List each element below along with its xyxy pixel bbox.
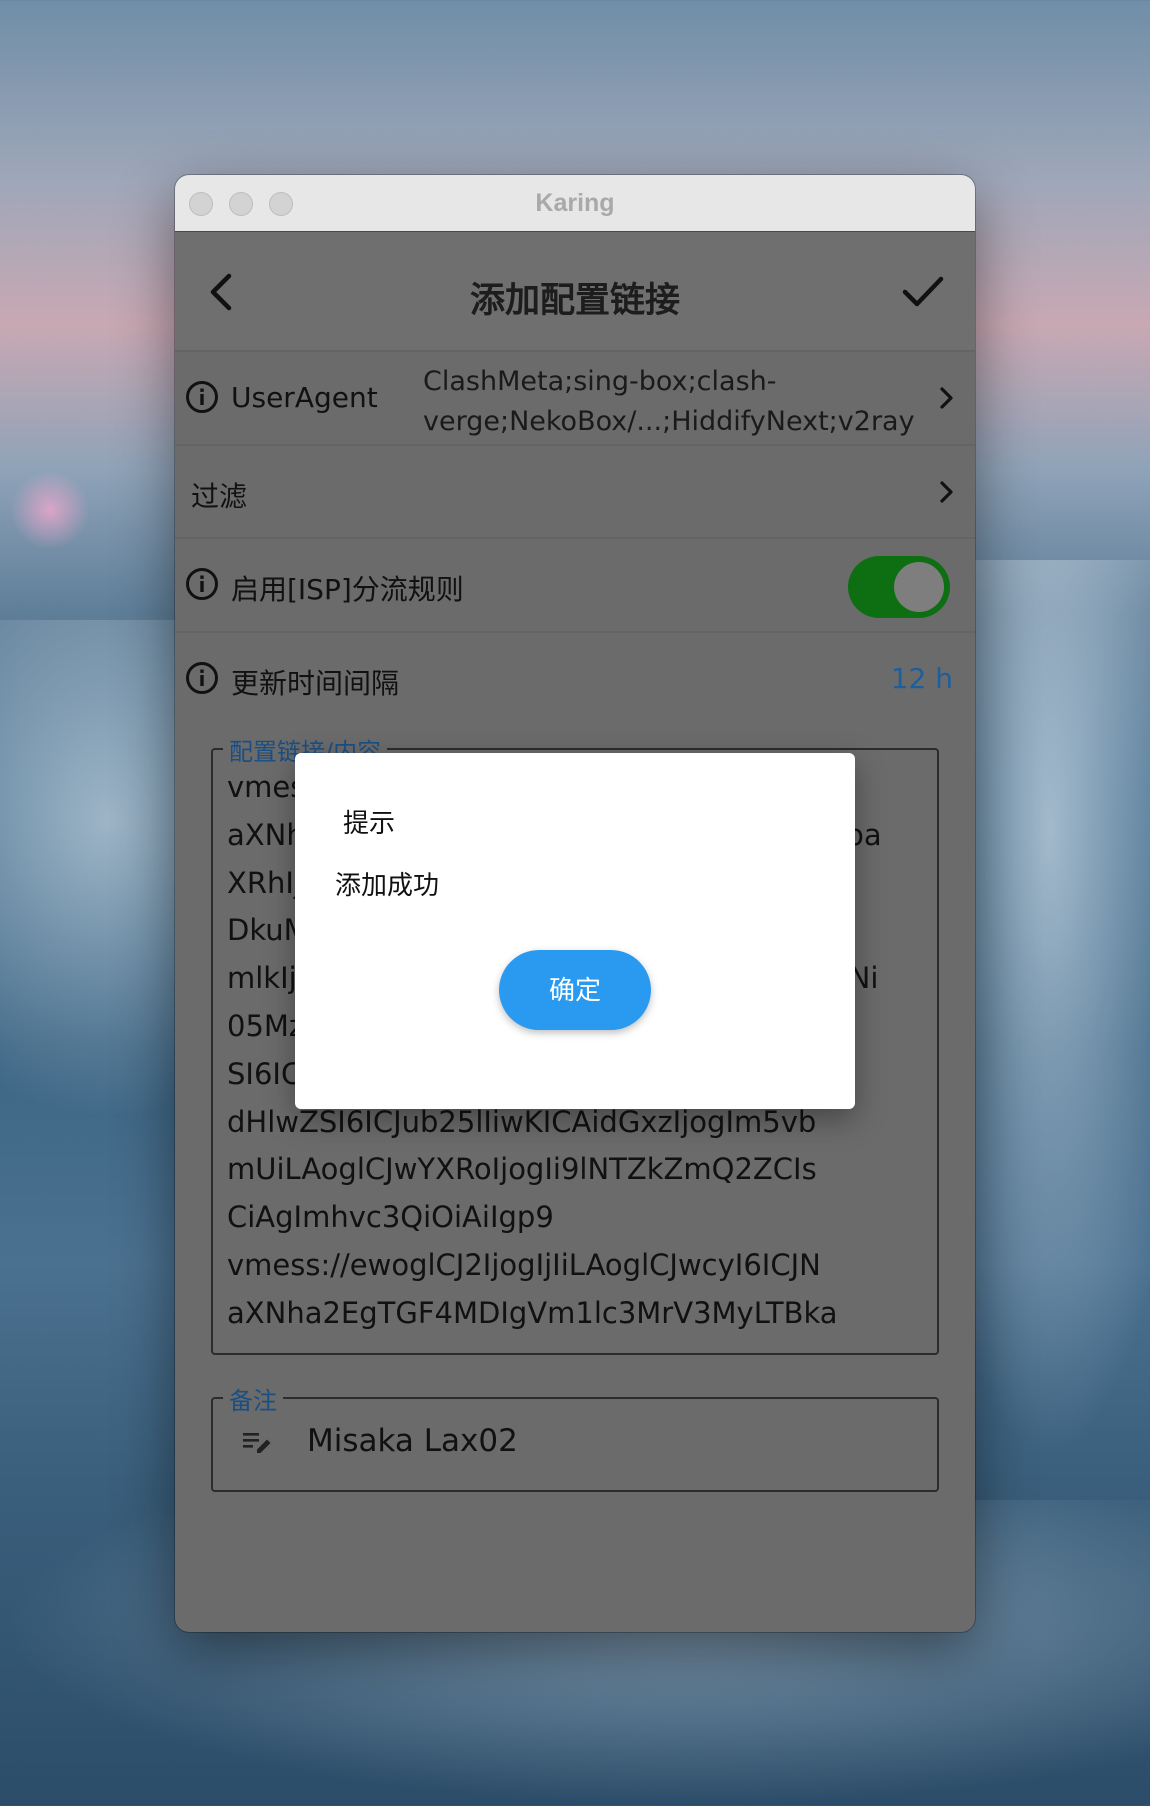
filter-row[interactable]: 过滤 (175, 444, 975, 538)
chevron-right-icon (940, 387, 953, 409)
checkmark-icon[interactable] (901, 274, 945, 310)
user-agent-value: ClashMeta;sing-box;clash- verge;NekoBox/… (423, 366, 915, 437)
dialog-confirm-button[interactable]: 确定 (499, 950, 651, 1030)
isp-rules-label: 启用[ISP]分流规则 (231, 573, 464, 606)
config-content-line: vmess://ewoglCJ2IjogIjIiLAoglCJwcyI6ICJN (227, 1247, 821, 1282)
toggle-knob (894, 562, 944, 612)
user-agent-row[interactable]: UserAgent ClashMeta;sing-box;clash- verg… (175, 350, 975, 444)
config-content-line: CiAgImhvc3QiOiAiIgp9 (227, 1200, 554, 1235)
window-titlebar: Karing (175, 175, 975, 232)
info-icon[interactable] (185, 380, 219, 414)
dialog-title: 提示 (343, 809, 396, 839)
note-field[interactable]: 备注 Misaka Lax02 (211, 1381, 939, 1492)
config-content-line: mUiLAoglCJwYXRoIjogIi9lNTZkZmQ2ZCIs (227, 1152, 817, 1187)
note-legend: 备注 (223, 1381, 283, 1416)
user-agent-label: UserAgent (231, 381, 378, 414)
app-bar: 添加配置链接 (175, 232, 975, 350)
page-title: 添加配置链接 (469, 281, 680, 321)
info-icon[interactable] (185, 567, 219, 601)
note-input[interactable]: Misaka Lax02 (307, 1423, 518, 1459)
isp-rules-toggle[interactable] (848, 556, 950, 618)
update-interval-row[interactable]: 更新时间间隔 12 h (175, 631, 975, 725)
window-title: Karing (535, 189, 615, 217)
config-content-line: aXNha2EgTGF4MDIgVm1lc3MrV3MyLTBka (227, 1295, 838, 1330)
info-icon[interactable] (185, 661, 219, 695)
update-interval-value[interactable]: 12 h (891, 662, 953, 695)
alert-dialog: 提示 添加成功 确定 (295, 753, 855, 1109)
chevron-right-icon (940, 481, 953, 503)
update-interval-label: 更新时间间隔 (231, 667, 400, 700)
dialog-message: 添加成功 (335, 871, 440, 901)
isp-rules-row: 启用[ISP]分流规则 (175, 537, 975, 631)
edit-note-icon (243, 1433, 271, 1453)
filter-label: 过滤 (191, 480, 248, 513)
